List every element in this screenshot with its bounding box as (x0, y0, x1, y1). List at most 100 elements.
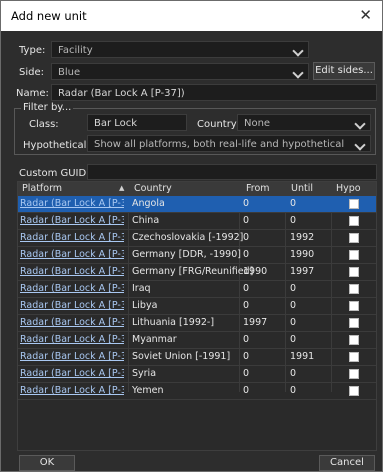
table-row[interactable]: Radar (Bar Lock A [P-3... Lithuania [1992… (18, 315, 376, 332)
hypothetical-value: Show all platforms, both real-life and h… (94, 139, 345, 150)
column-header-from[interactable]: From (246, 183, 270, 194)
until-cell: 1991 (290, 351, 315, 362)
country-filter-select[interactable]: None (237, 114, 371, 131)
hypo-checkbox[interactable] (349, 199, 359, 209)
platform-cell[interactable]: Radar (Bar Lock A [P-3... (20, 283, 124, 294)
country-cell: Germany [DDR, -1990] (132, 249, 241, 260)
from-cell: 0 (243, 215, 250, 226)
add-unit-dialog: Add new unit ✕ Type: Facility Side: Blue… (0, 0, 383, 472)
table-row[interactable]: Radar (Bar Lock A [P-3... Germany [FRG/Re… (18, 264, 376, 281)
platform-cell[interactable]: Radar (Bar Lock A [P-3... (20, 334, 124, 345)
country-cell: Yemen (132, 385, 164, 396)
class-label: Class: (29, 119, 59, 130)
platform-cell[interactable]: Radar (Bar Lock A [P-3... (20, 351, 124, 362)
table-row[interactable]: Radar (Bar Lock A [P-3... Czechoslovakia … (18, 230, 376, 247)
country-cell: Lithuania [1992-] (132, 317, 215, 328)
country-filter-value: None (244, 118, 271, 129)
country-cell: Soviet Union [-1991] (132, 351, 231, 362)
column-header-platform[interactable]: Platform (22, 183, 62, 194)
country-cell: Syria (132, 368, 157, 379)
until-cell: 0 (290, 300, 297, 311)
from-cell: 0 (243, 351, 250, 362)
edit-sides-button[interactable]: Edit sides... (313, 62, 375, 80)
from-cell: 1997 (243, 317, 268, 328)
dialog-title: Add new unit (11, 9, 87, 23)
table-row[interactable]: Radar (Bar Lock A [P-3... China 0 0 (18, 213, 376, 230)
until-cell: 1992 (290, 232, 315, 243)
platform-cell[interactable]: Radar (Bar Lock A [P-3... (20, 215, 124, 226)
hypo-checkbox[interactable] (349, 216, 359, 226)
chevron-down-icon (292, 45, 304, 57)
until-cell: 1997 (290, 266, 315, 277)
table-row[interactable]: Radar (Bar Lock A [P-3... Angola 0 0 (18, 196, 376, 213)
platform-cell[interactable]: Radar (Bar Lock A [P-3... (20, 249, 124, 260)
country-label: Country: (197, 119, 240, 130)
cancel-button[interactable]: Cancel (319, 455, 375, 471)
until-cell: 0 (290, 368, 297, 379)
platform-cell[interactable]: Radar (Bar Lock A [P-3... (20, 232, 124, 243)
table-header: Platform ▲ Country From Until Hypo (18, 182, 376, 197)
column-header-country[interactable]: Country (134, 183, 172, 194)
close-icon[interactable]: ✕ (359, 6, 372, 24)
table-row[interactable]: Radar (Bar Lock A [P-3... Soviet Union [-… (18, 349, 376, 366)
hypo-checkbox[interactable] (349, 250, 359, 260)
chevron-down-icon (354, 139, 366, 151)
from-cell: 0 (243, 300, 250, 311)
platform-cell[interactable]: Radar (Bar Lock A [P-3... (20, 300, 124, 311)
hypo-checkbox[interactable] (349, 284, 359, 294)
table-row[interactable]: Radar (Bar Lock A [P-3... Iraq 0 0 (18, 281, 376, 298)
filter-group-title: Filter by... (21, 102, 74, 113)
ok-button[interactable]: OK (19, 455, 75, 471)
side-select[interactable]: Blue (51, 63, 309, 80)
side-value: Blue (58, 67, 81, 78)
hypo-checkbox[interactable] (349, 369, 359, 379)
table-row[interactable]: Radar (Bar Lock A [P-3... Myanmar 0 0 (18, 332, 376, 349)
type-value: Facility (58, 45, 93, 56)
platform-cell[interactable]: Radar (Bar Lock A [P-3... (20, 385, 124, 396)
from-cell: 0 (243, 368, 250, 379)
hypo-checkbox[interactable] (349, 318, 359, 328)
column-header-until[interactable]: Until (291, 183, 313, 194)
column-header-hypo[interactable]: Hypo (336, 183, 361, 194)
from-cell: 1990 (243, 266, 268, 277)
platform-cell[interactable]: Radar (Bar Lock A [P-3... (20, 368, 124, 379)
until-cell: 1990 (290, 249, 315, 260)
hypo-checkbox[interactable] (349, 301, 359, 311)
country-cell: Iraq (132, 283, 151, 294)
hypo-checkbox[interactable] (349, 233, 359, 243)
until-cell: 0 (290, 198, 297, 209)
custom-guid-field[interactable] (87, 164, 377, 180)
from-cell: 0 (243, 334, 250, 345)
type-select[interactable]: Facility (51, 41, 309, 58)
side-label: Side: (19, 67, 44, 78)
table-row[interactable]: Radar (Bar Lock A [P-3... Yemen 0 0 (18, 383, 376, 400)
country-cell: China (132, 215, 160, 226)
country-cell: Libya (132, 300, 158, 311)
platform-table: Platform ▲ Country From Until Hypo Radar… (17, 181, 377, 451)
hypo-checkbox[interactable] (349, 267, 359, 277)
platform-cell[interactable]: Radar (Bar Lock A [P-3... (20, 198, 124, 209)
country-cell: Germany [FRG/Reunified] (132, 266, 254, 277)
hypo-checkbox[interactable] (349, 335, 359, 345)
class-field[interactable]: Bar Lock (87, 114, 187, 131)
table-row[interactable]: Radar (Bar Lock A [P-3... Libya 0 0 (18, 298, 376, 315)
class-value: Bar Lock (94, 118, 138, 129)
until-cell: 0 (290, 385, 297, 396)
name-value: Radar (Bar Lock A [P-37]) (58, 88, 185, 99)
hypothetical-label: Hypothetical: (23, 140, 90, 151)
from-cell: 0 (243, 385, 250, 396)
until-cell: 0 (290, 215, 297, 226)
platform-cell[interactable]: Radar (Bar Lock A [P-3... (20, 266, 124, 277)
until-cell: 0 (290, 317, 297, 328)
platform-cell[interactable]: Radar (Bar Lock A [P-3... (20, 317, 124, 328)
chevron-down-icon (354, 118, 366, 130)
name-field[interactable]: Radar (Bar Lock A [P-37]) (51, 84, 377, 101)
until-cell: 0 (290, 283, 297, 294)
hypo-checkbox[interactable] (349, 352, 359, 362)
hypo-checkbox[interactable] (349, 386, 359, 396)
from-cell: 0 (243, 198, 250, 209)
type-label: Type: (19, 45, 46, 56)
hypothetical-select[interactable]: Show all platforms, both real-life and h… (87, 135, 371, 152)
table-row[interactable]: Radar (Bar Lock A [P-3... Germany [DDR, -… (18, 247, 376, 264)
table-row[interactable]: Radar (Bar Lock A [P-3... Syria 0 0 (18, 366, 376, 383)
